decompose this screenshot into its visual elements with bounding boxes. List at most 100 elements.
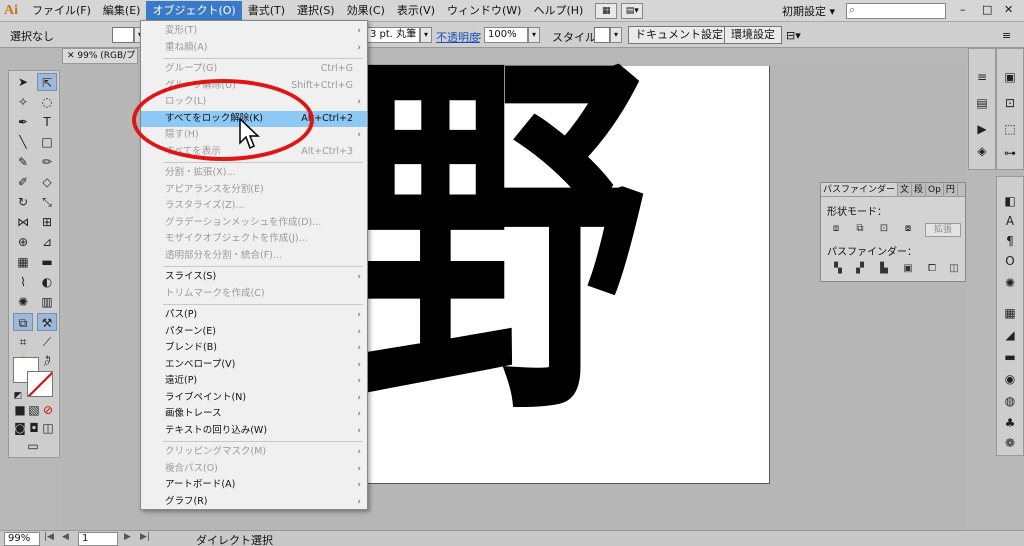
draw-inside-icon[interactable]: ◫ [41,419,55,437]
menu-item-0[interactable]: ファイル(F) [26,1,97,21]
graphic-styles-icon[interactable]: ◍ [1002,393,1018,409]
play-actions-icon[interactable]: ▶ [974,121,990,137]
object-menu-item[interactable]: クリッピングマスク(M) › [141,444,367,460]
object-menu-item[interactable]: トリムマークを作成(C) [141,286,367,302]
tab-appearance[interactable]: 円 [944,183,958,196]
swatches-icon[interactable]: ▦ [1002,305,1018,321]
help-search-input[interactable] [846,3,946,19]
object-menu-item[interactable]: 透明部分を分割・統合(F)... [141,248,367,264]
document-tab[interactable]: ✕ 99% (RGB/プレ [62,48,138,64]
perspective-grid-icon[interactable]: ⊿ [37,233,57,251]
object-menu-item[interactable]: 複合パス(O) › [141,461,367,477]
gradient-panel-icon[interactable]: ◢ [1002,327,1018,343]
draw-normal-icon[interactable]: ◙ [13,419,27,437]
appearance-icon[interactable]: ✺ [1002,275,1018,291]
object-menu-item[interactable]: グラデーションメッシュを作成(D)... [141,215,367,231]
scale-tool-icon[interactable]: ⤡ [37,193,57,211]
stroke-panel-icon[interactable]: ▬ [1002,349,1018,365]
close-window-icon[interactable]: ✕ [1004,3,1013,16]
tab-opentype[interactable]: Op [926,183,944,196]
object-menu-item[interactable]: 重ね順(A) › [141,40,367,56]
tab-pathfinder[interactable]: パスファインダー [821,183,899,196]
workspace-switcher[interactable]: 初期設定 ▾ [782,3,835,19]
last-artboard-icon[interactable]: ▶| [140,532,150,542]
object-menu-item[interactable]: アートボード(A) › [141,477,367,493]
object-menu-item[interactable]: ブレンド(B) › [141,340,367,356]
none-mode-icon[interactable]: ⊘ [41,401,55,419]
type-tool-icon[interactable]: T [37,113,57,131]
object-menu-item[interactable]: 分割・拡張(X)... [141,165,367,181]
navigator-icon[interactable]: ⊡ [1002,95,1018,111]
object-menu-item[interactable]: 変形(T) › [141,23,367,39]
magic-wand-icon[interactable]: ✧ [13,93,33,111]
lasso-icon[interactable]: ◌ [37,93,57,111]
transform-icon[interactable]: ⬚ [1002,121,1018,137]
symbols-icon[interactable]: ♣ [1002,415,1018,431]
artboard-number-input[interactable]: 1 [78,532,118,546]
shape-builder-icon[interactable]: ⊕ [13,233,33,251]
object-menu-item[interactable]: スライス(S) › [141,269,367,285]
character-icon[interactable]: A [1002,213,1018,229]
object-menu-item[interactable]: 画像トレース › [141,406,367,422]
preferences-button[interactable]: 環境設定 [724,26,782,44]
screen-mode-icon[interactable]: ▭ [23,437,43,455]
object-menu-item[interactable]: 遠近(P) › [141,373,367,389]
object-menu-item[interactable]: グラフ(R) › [141,494,367,510]
minus-back-icon[interactable]: ◫ [947,263,961,275]
crop-tool-icon[interactable]: ⌗ [13,333,33,351]
object-menu-item[interactable]: グループ解除(U) Shift+Ctrl+G [141,78,367,94]
expand-button[interactable]: 拡張 [925,223,961,237]
pen-tool-icon[interactable]: ✒ [13,113,33,131]
width-tool-icon[interactable]: ⋈ [13,213,33,231]
brushes-icon[interactable]: ❁ [1002,435,1018,451]
control-menu-icon[interactable]: ≡ [1002,29,1011,42]
object-menu-item[interactable]: ロック(L) › [141,94,367,110]
previous-artboard-icon[interactable]: ◀ [62,532,69,542]
outline-icon[interactable]: ⧠ [925,263,939,275]
opentype-icon[interactable]: O [1002,253,1018,269]
maximize-icon[interactable]: □ [982,3,992,16]
paintbrush-icon[interactable]: ✎ [13,153,33,171]
menu-item-4[interactable]: 選択(S) [291,1,341,21]
divide-icon[interactable]: ▚ [831,263,845,275]
next-artboard-icon[interactable]: ▶ [124,532,131,542]
knife-tool-icon[interactable]: ⟋ [37,333,57,351]
minimize-icon[interactable]: – [960,3,966,16]
trim-icon[interactable]: ▞ [853,263,867,275]
ai-file-icon[interactable]: ▤ [974,95,990,111]
blob-brush-icon[interactable]: ✐ [13,173,33,191]
unite-icon[interactable]: ⧈ [829,223,843,235]
pathfinder-panel-icon[interactable]: ◧ [1002,193,1018,209]
merge-icon[interactable]: ▙ [877,263,891,275]
direct-selection-tool-icon[interactable]: ⇱ [37,73,57,91]
crop-icon[interactable]: ▣ [901,263,915,275]
gradient-mode-icon[interactable]: ▧ [27,401,41,419]
mesh-tool-icon[interactable]: ▦ [13,253,33,271]
graph-tool-icon[interactable]: ▥ [37,293,57,311]
free-transform-icon[interactable]: ⊞ [37,213,57,231]
stroke-color-icon[interactable] [27,371,53,397]
menu-item-2[interactable]: オブジェクト(O) [146,0,242,21]
paragraph-icon[interactable]: ¶ [1002,233,1018,249]
object-menu-item[interactable]: ライブペイント(N) › [141,390,367,406]
object-menu-item[interactable]: テキストの回り込み(W) › [141,423,367,439]
object-menu-item[interactable]: グループ(G) Ctrl+G [141,61,367,77]
rectangle-tool-icon[interactable]: □ [37,133,57,151]
isolation-icon[interactable]: ⊟▾ [786,29,801,42]
eraser-icon[interactable]: ◇ [37,173,57,191]
intersect-icon[interactable]: ⊡ [877,223,891,235]
menu-item-3[interactable]: 書式(T) [242,1,291,21]
object-menu-item[interactable]: パターン(E) › [141,324,367,340]
menu-lines-icon[interactable]: ≡ [974,69,990,85]
slice-tool-icon[interactable]: ⚒ [37,313,57,331]
tab-character[interactable]: 文 [898,183,913,196]
color-panel-icon[interactable]: ◉ [1002,371,1018,387]
minus-front-icon[interactable]: ⧉ [853,223,867,235]
fill-swatch[interactable] [112,27,134,43]
symbol-sprayer-icon[interactable]: ✺ [13,293,33,311]
first-artboard-icon[interactable]: |◀ [44,532,54,542]
gradient-tool-icon[interactable]: ▬ [37,253,57,271]
layers-icon[interactable]: ◈ [974,143,990,159]
object-menu-item[interactable]: ラスタライズ(Z)... [141,198,367,214]
exclude-icon[interactable]: ⧇ [901,223,915,235]
